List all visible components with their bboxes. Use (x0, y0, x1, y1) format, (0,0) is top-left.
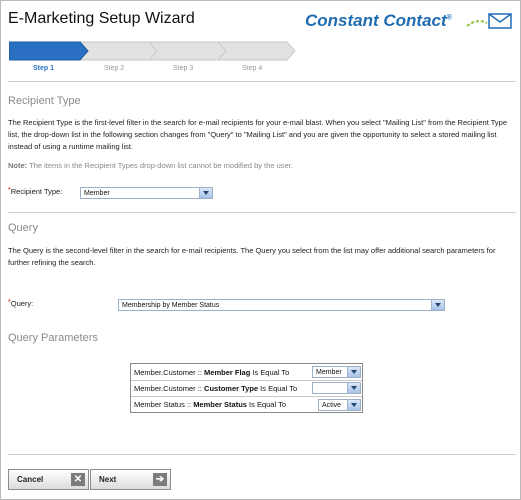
query-description: The Query is the second-level filter in … (8, 246, 496, 267)
parameter-label: Member.Customer :: Customer Type Is Equa… (134, 384, 297, 393)
parameter-prefix: Member Status :: (134, 400, 194, 409)
page-title: E-Marketing Setup Wizard (8, 10, 195, 27)
parameter-field: Member Flag (204, 368, 251, 377)
wizard-progress-bar (8, 41, 299, 63)
chevron-down-icon[interactable] (431, 300, 444, 310)
chevron-down-icon[interactable] (347, 367, 360, 377)
query-select[interactable]: Membership by Member Status (118, 299, 445, 311)
query-heading: Query (8, 222, 38, 234)
step-1-label: Step 1 (33, 65, 55, 72)
query-label: *Query: (8, 299, 33, 308)
parameter-field: Customer Type (204, 384, 259, 393)
next-button[interactable]: Next ➔ (90, 469, 171, 490)
recipient-type-label: *Recipient Type: (8, 187, 62, 196)
parameter-row: Member Status :: Member Status Is Equal … (131, 396, 362, 412)
wizard-window: E-Marketing Setup Wizard Constant Contac… (0, 0, 521, 500)
logo-text: Constant Contact (305, 11, 447, 30)
member-status-value: Active (322, 402, 342, 409)
query-parameters-heading: Query Parameters (8, 332, 98, 344)
constant-contact-logo: Constant Contact® (305, 11, 512, 31)
chevron-down-icon[interactable] (347, 400, 360, 410)
recipient-type-value: Member (84, 190, 110, 197)
parameter-row: Member.Customer :: Customer Type Is Equa… (131, 380, 362, 397)
envelope-icon (465, 12, 515, 35)
cancel-button[interactable]: Cancel ✕ (8, 469, 89, 490)
divider (8, 81, 516, 82)
member-flag-select[interactable]: Member (312, 366, 361, 378)
parameter-operator: Is Equal To (250, 368, 290, 377)
chevron-down-icon[interactable] (199, 188, 212, 198)
recipient-type-label-text: Recipient Type: (10, 187, 63, 196)
close-icon: ✕ (71, 473, 85, 486)
parameter-prefix: Member.Customer :: (134, 368, 205, 377)
next-button-label: Next (99, 475, 117, 484)
chevron-down-icon[interactable] (347, 383, 360, 393)
note-label: Note: (8, 161, 28, 170)
cancel-button-label: Cancel (17, 475, 44, 484)
parameter-operator: Is Equal To (246, 400, 287, 409)
note-text: The items in the Recipient Types drop-do… (27, 161, 293, 170)
query-parameters-table: Member.Customer :: Member Flag Is Equal … (130, 363, 363, 413)
parameter-field: Member Status (193, 400, 247, 409)
step-3-label: Step 3 (173, 65, 194, 72)
query-value: Membership by Member Status (122, 302, 220, 309)
parameter-prefix: Member.Customer :: (134, 384, 205, 393)
step-2-label: Step 2 (104, 65, 125, 72)
parameter-row: Member.Customer :: Member Flag Is Equal … (131, 364, 362, 381)
parameter-label: Member Status :: Member Status Is Equal … (134, 400, 286, 409)
customer-type-select[interactable] (312, 382, 361, 394)
divider (8, 212, 516, 213)
recipient-type-description: The Recipient Type is the first-level fi… (8, 118, 508, 151)
member-flag-value: Member (316, 369, 342, 376)
arrow-right-icon: ➔ (153, 473, 167, 486)
query-label-text: Query: (10, 299, 34, 308)
logo-registered-mark: ® (446, 14, 452, 22)
recipient-type-select[interactable]: Member (80, 187, 213, 199)
member-status-select[interactable]: Active (318, 399, 361, 411)
divider (8, 454, 516, 455)
recipient-type-note: Note: The items in the Recipient Types d… (8, 161, 293, 170)
parameter-label: Member.Customer :: Member Flag Is Equal … (134, 368, 289, 377)
recipient-type-heading: Recipient Type (8, 95, 81, 107)
parameter-operator: Is Equal To (258, 384, 298, 393)
step-4-label: Step 4 (242, 65, 263, 72)
